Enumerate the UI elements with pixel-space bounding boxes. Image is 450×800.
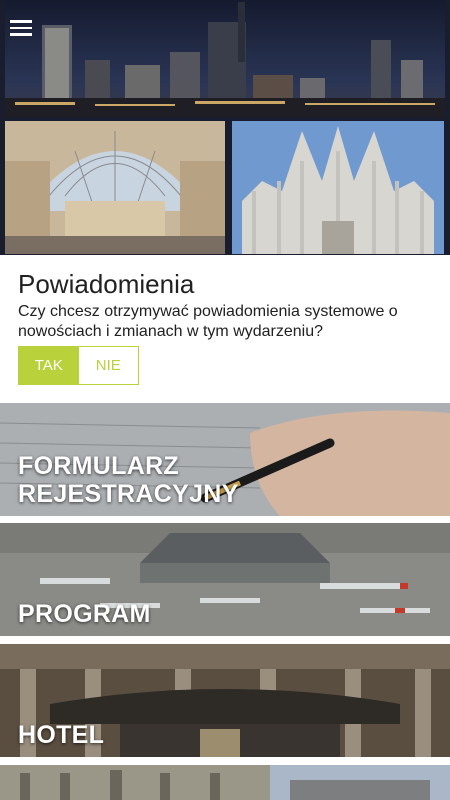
yes-button[interactable]: TAK	[19, 347, 79, 384]
no-button[interactable]: NIE	[78, 347, 138, 384]
building-facade-photo	[0, 765, 450, 800]
registration-form-label-line2: REJESTRACYJNY	[18, 480, 239, 508]
milan-cathedral-photo	[232, 121, 444, 254]
notifications-question: Czy chcesz otrzymywać powiadomienia syst…	[18, 303, 398, 340]
registration-form-tile[interactable]: FORMULARZ REJESTRACYJNY	[0, 403, 450, 516]
notifications-card: Powiadomienia Czy chcesz otrzymywać powi…	[0, 255, 450, 403]
galleria-arcade-photo	[5, 121, 225, 254]
next-tile[interactable]	[0, 765, 450, 800]
registration-form-label-line1: FORMULARZ	[18, 452, 180, 480]
program-tile[interactable]: PROGRAM	[0, 523, 450, 636]
hotel-label: HOTEL	[18, 721, 105, 749]
hamburger-menu-icon[interactable]	[10, 20, 34, 40]
program-label: PROGRAM	[18, 600, 151, 628]
header-photo-collage	[0, 0, 450, 255]
notifications-toggle: TAK NIE	[18, 346, 139, 385]
hotel-tile[interactable]: HOTEL	[0, 644, 450, 757]
registration-form-label: FORMULARZ REJESTRACYJNY	[18, 452, 239, 508]
notifications-title: Powiadomienia	[18, 269, 195, 299]
city-skyline-photo	[5, 0, 445, 117]
